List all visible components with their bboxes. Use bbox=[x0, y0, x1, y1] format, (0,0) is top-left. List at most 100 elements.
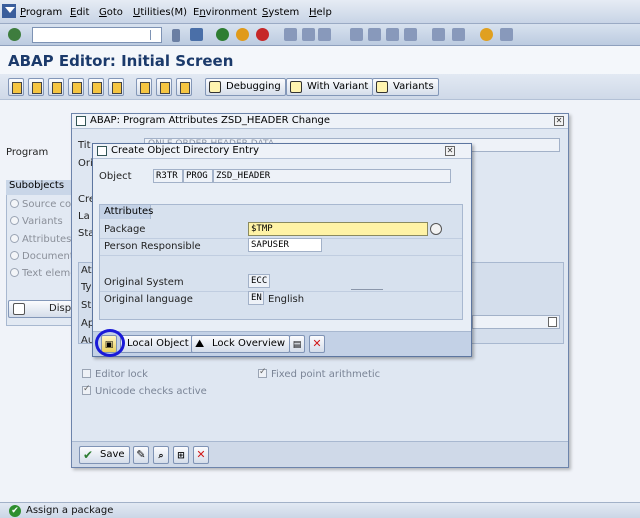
package-search-help-icon[interactable] bbox=[430, 223, 442, 235]
toolbar-info-button[interactable] bbox=[28, 78, 44, 96]
menu-utilities[interactable]: Utilities(M) bbox=[133, 7, 187, 18]
radio-documentation[interactable]: Document bbox=[10, 251, 72, 262]
row-separator bbox=[100, 255, 462, 256]
menu-edit[interactable]: Edit bbox=[70, 7, 89, 18]
application-dropdown-icon[interactable] bbox=[548, 317, 557, 327]
unicode-checks-checkbox[interactable]: Unicode checks active bbox=[82, 384, 207, 397]
success-icon: ✔ bbox=[9, 505, 21, 517]
application-toolbar: Debugging With Variant Variants bbox=[0, 74, 640, 100]
save-icon[interactable] bbox=[190, 28, 203, 41]
dialog-icon bbox=[97, 146, 107, 156]
hierarchy-button[interactable]: ⊞ bbox=[173, 446, 189, 464]
search-button[interactable]: ⌕ bbox=[153, 446, 169, 464]
with-variant-button[interactable]: With Variant bbox=[286, 78, 374, 96]
first-page-icon[interactable] bbox=[350, 28, 363, 41]
toolbar-rename-button[interactable] bbox=[176, 78, 192, 96]
original-language-text: English bbox=[268, 294, 305, 305]
print-icon[interactable] bbox=[284, 28, 297, 41]
prev-page-icon[interactable] bbox=[368, 28, 381, 41]
radio-icon bbox=[10, 251, 19, 260]
toolbar-copy-button[interactable] bbox=[156, 78, 172, 96]
pencil-icon: ✎ bbox=[136, 448, 146, 461]
toolbar-where-used-button[interactable] bbox=[88, 78, 104, 96]
radio-variants[interactable]: Variants bbox=[10, 216, 72, 227]
status-bar: ✔ Assign a package bbox=[0, 502, 640, 518]
menu-program[interactable]: Program bbox=[20, 7, 62, 18]
menu-goto[interactable]: Goto bbox=[99, 7, 123, 18]
radio-icon bbox=[10, 268, 19, 277]
exit-icon[interactable] bbox=[236, 28, 249, 41]
variants-button[interactable]: Variants bbox=[372, 78, 439, 96]
toolbar-activate-button[interactable] bbox=[68, 78, 84, 96]
radio-text-elements[interactable]: Text eleme bbox=[10, 268, 72, 279]
find-next-icon[interactable] bbox=[318, 28, 331, 41]
program-attributes-close-icon[interactable]: ✕ bbox=[554, 116, 564, 126]
application-field[interactable] bbox=[472, 315, 560, 329]
command-dropdown-icon[interactable] bbox=[150, 30, 159, 40]
package-input[interactable]: $TMP bbox=[248, 222, 428, 236]
shortcut-icon[interactable] bbox=[452, 28, 465, 41]
original-language-field: EN bbox=[248, 291, 264, 305]
radio-icon bbox=[10, 199, 19, 208]
original-language-label: Original language bbox=[104, 294, 193, 305]
program-attributes-footer: ✔ Save ✎ ⌕ ⊞ ✕ bbox=[72, 441, 568, 467]
row-separator bbox=[100, 291, 462, 292]
display-object-button[interactable]: ▤ bbox=[289, 335, 305, 353]
person-responsible-input[interactable]: SAPUSER bbox=[248, 238, 322, 252]
display-button[interactable]: Disp bbox=[8, 300, 74, 318]
display-object-icon: ▤ bbox=[292, 340, 302, 350]
fixed-point-arithmetic-checkbox[interactable]: Fixed point arithmetic bbox=[258, 367, 380, 380]
status-attr-label-partial: St bbox=[81, 300, 92, 311]
object-pgmid-field: R3TR bbox=[153, 169, 183, 183]
variants-icon bbox=[376, 81, 388, 93]
attributes-title: Attributes bbox=[99, 204, 153, 219]
toolbar-execute-button[interactable] bbox=[108, 78, 124, 96]
object-directory-close-icon[interactable]: ✕ bbox=[445, 146, 455, 156]
local-object-button[interactable]: Local Object bbox=[120, 335, 194, 353]
radio-icon bbox=[10, 234, 19, 243]
program-label: Program bbox=[6, 147, 49, 158]
object-type-field: PROG bbox=[183, 169, 213, 183]
radio-attributes[interactable]: Attributes bbox=[10, 234, 72, 245]
checkmark-icon: ✔ bbox=[83, 448, 94, 462]
original-language-label-partial: Ori bbox=[78, 158, 93, 169]
title-label-partial: Tit bbox=[78, 140, 91, 151]
nav-left-icon[interactable] bbox=[172, 29, 180, 42]
save-button[interactable]: ✔ Save bbox=[79, 446, 130, 464]
window-menu-icon[interactable] bbox=[2, 4, 16, 18]
toolbar-check-button[interactable] bbox=[48, 78, 64, 96]
subobjects-title: Subobjects bbox=[6, 180, 74, 195]
object-directory-dialog-header: Create Object Directory Entry bbox=[93, 144, 471, 159]
last-page-icon[interactable] bbox=[404, 28, 417, 41]
menu-help[interactable]: Help bbox=[309, 7, 332, 18]
cancel-button[interactable]: ✕ bbox=[309, 335, 325, 353]
cancel-icon: ✕ bbox=[312, 337, 322, 350]
editor-lock-checkbox[interactable]: Editor lock bbox=[82, 369, 148, 380]
cancel-button[interactable]: ✕ bbox=[193, 446, 209, 464]
checkbox-icon bbox=[82, 369, 91, 378]
help-icon[interactable] bbox=[480, 28, 493, 41]
page-title: ABAP Editor: Initial Screen bbox=[8, 52, 234, 70]
layout-icon[interactable] bbox=[500, 28, 513, 41]
program-attributes-dialog-header: ABAP: Program Attributes ZSD_HEADER Chan… bbox=[72, 114, 568, 129]
pencil-button[interactable]: ✎ bbox=[133, 446, 149, 464]
status-message: Assign a package bbox=[26, 505, 114, 516]
new-session-icon[interactable] bbox=[432, 28, 445, 41]
toolbar-object-list-button[interactable] bbox=[8, 78, 24, 96]
next-page-icon[interactable] bbox=[386, 28, 399, 41]
original-system-field: ECC bbox=[248, 274, 270, 288]
enter-icon[interactable] bbox=[8, 28, 21, 41]
search-icon: ⌕ bbox=[158, 451, 164, 461]
menu-system[interactable]: System bbox=[262, 7, 299, 18]
toolbar-delete-button[interactable] bbox=[136, 78, 152, 96]
menu-environment[interactable]: Environment bbox=[193, 7, 257, 18]
cancel-icon[interactable] bbox=[256, 28, 269, 41]
last-changed-label-partial: La bbox=[78, 211, 90, 222]
back-icon[interactable] bbox=[216, 28, 229, 41]
lock-overview-button[interactable]: ⛰ Lock Overview bbox=[191, 335, 291, 353]
debugging-button[interactable]: Debugging bbox=[205, 78, 286, 96]
row-separator bbox=[351, 289, 383, 290]
find-icon[interactable] bbox=[302, 28, 315, 41]
radio-source-code[interactable]: Source co bbox=[10, 199, 72, 210]
command-field[interactable] bbox=[32, 27, 162, 43]
